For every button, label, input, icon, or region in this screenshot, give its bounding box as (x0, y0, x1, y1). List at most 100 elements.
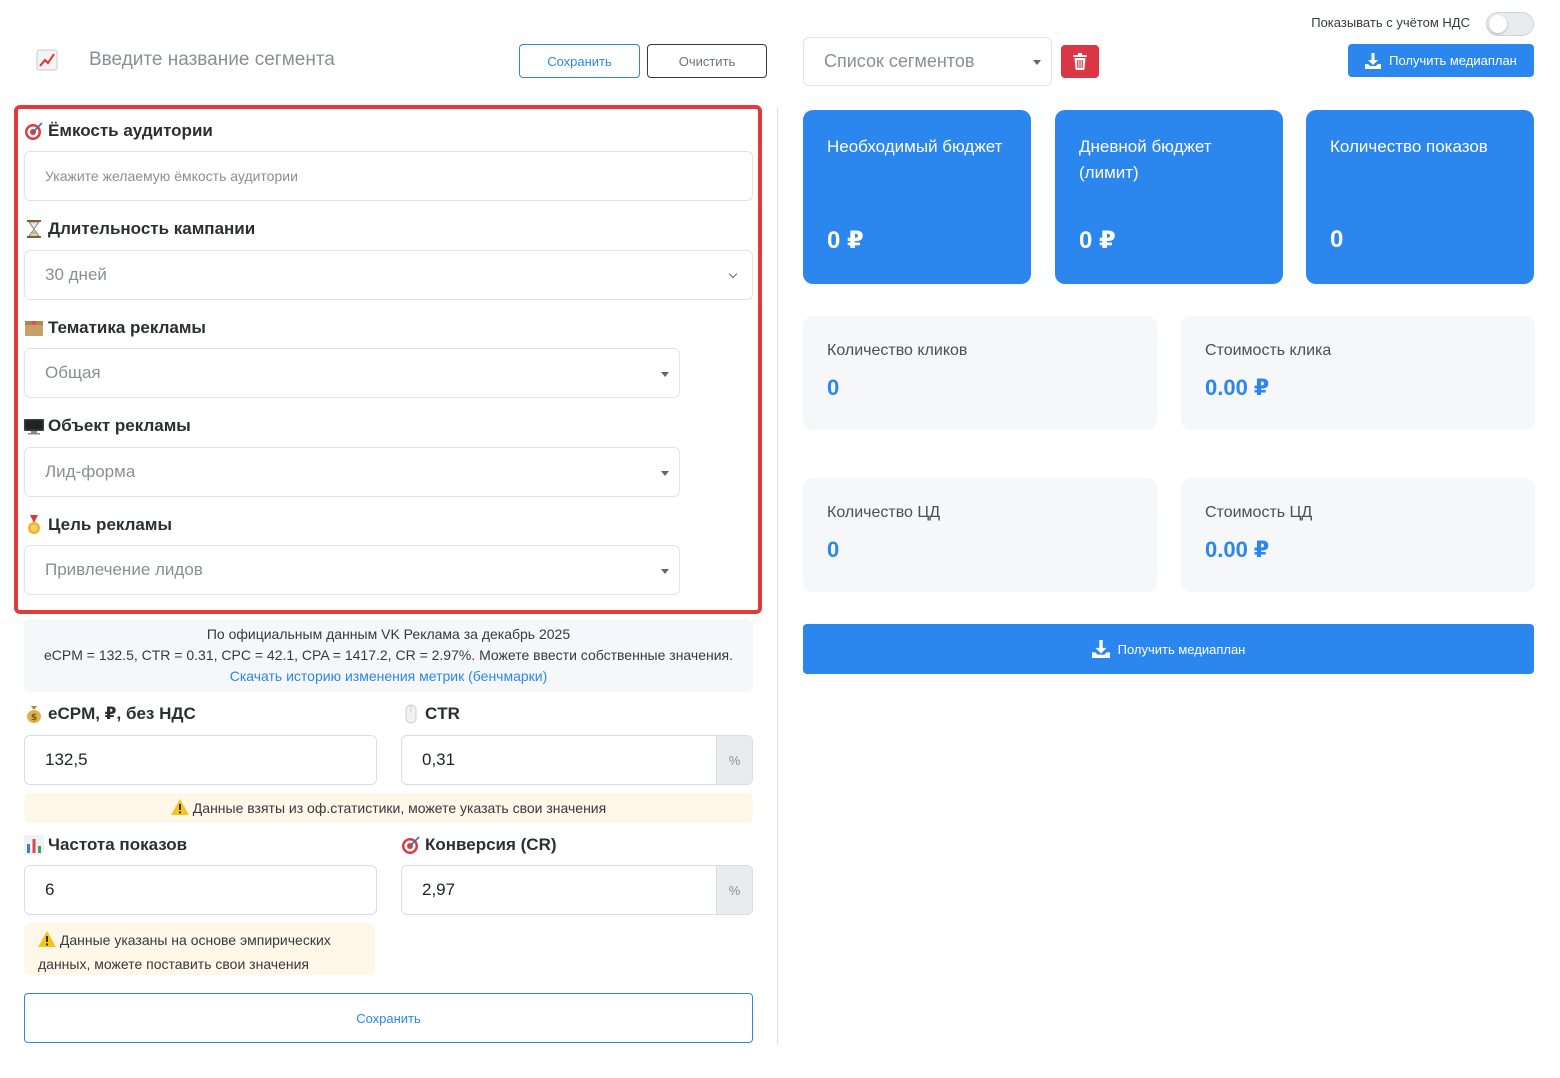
goal-select[interactable]: Привлечение лидов (24, 545, 680, 595)
trash-icon (1073, 53, 1087, 70)
caret-down-icon (661, 471, 669, 476)
click-cost-card: Стоимость клика 0.00 ₽ (1181, 316, 1535, 430)
benchmark-download-link[interactable]: Скачать историю изменения метрик (бенчма… (24, 666, 753, 687)
cr-label: Конверсия (CR) (401, 835, 557, 855)
get-mediaplan-button-top[interactable]: Получить медиаплан (1348, 44, 1534, 77)
caret-down-icon (1033, 60, 1041, 65)
daily-budget-label: Дневной бюджет (лимит) (1079, 137, 1212, 182)
conversion-cost-value: 0.00 ₽ (1205, 537, 1270, 562)
topic-select[interactable]: Общая (24, 348, 680, 398)
empirical-warning-text: Данные указаны на основе эмпирических да… (38, 932, 331, 972)
ecpm-value: 132,5 (45, 750, 88, 769)
click-cost-value: 0.00 ₽ (1205, 375, 1270, 400)
conversions-label: Количество ЦД (827, 504, 941, 521)
monitor-icon (24, 416, 44, 436)
stats-warning-box: Данные взяты из оф.статистики, можете ук… (24, 793, 753, 823)
money-bag-icon: $ (24, 704, 44, 724)
ecpm-input[interactable]: 132,5 (24, 735, 377, 785)
caret-down-icon (661, 372, 669, 377)
duration-value: 30 дней (45, 265, 107, 284)
goal-value: Привлечение лидов (45, 560, 203, 579)
benchmark-info-box: По официальным данным VK Реклама за дека… (24, 619, 753, 692)
vat-toggle[interactable] (1486, 12, 1534, 36)
ctr-value: 0,31 (422, 750, 456, 769)
budget-card: Необходимый бюджет 0 ₽ (803, 110, 1031, 284)
cr-label-text: Конверсия (CR) (425, 835, 557, 854)
clear-button[interactable]: Очистить (647, 44, 767, 78)
frequency-value: 6 (45, 880, 55, 899)
download-icon (1091, 640, 1110, 658)
ecpm-label-text: eCPM, ₽, без НДС (48, 704, 196, 723)
impressions-label: Количество показов (1330, 137, 1488, 156)
cr-value: 2,97 (422, 880, 456, 899)
audience-label-text: Ёмкость аудитории (48, 121, 213, 140)
daily-budget-value: 0 ₽ (1079, 227, 1116, 254)
get-mediaplan-label: Получить медиаплан (1389, 53, 1517, 68)
target-icon (24, 121, 44, 141)
goal-label-text: Цель рекламы (48, 515, 172, 534)
cr-percent-addon: % (717, 865, 753, 915)
chevron-down-icon (728, 269, 738, 279)
budget-value: 0 ₽ (827, 227, 864, 254)
bar-chart-icon (24, 835, 44, 855)
box-icon (24, 318, 44, 338)
ctr-label: CTR (401, 704, 460, 724)
empirical-warning-box: Данные указаны на основе эмпирических да… (24, 923, 375, 975)
toggle-knob (1489, 15, 1507, 33)
clicks-value: 0 (827, 375, 840, 400)
goal-label: Цель рекламы (24, 515, 172, 535)
object-select[interactable]: Лид-форма (24, 447, 680, 497)
ecpm-label: $ eCPM, ₽, без НДС (24, 704, 196, 724)
chart-up-icon (36, 48, 58, 72)
topic-label: Тематика рекламы (24, 318, 206, 338)
vat-toggle-label: Показывать с учётом НДС (1311, 15, 1470, 30)
topic-label-text: Тематика рекламы (48, 318, 206, 337)
caret-down-icon (661, 569, 669, 574)
mouse-icon (401, 704, 421, 724)
conversions-value: 0 (827, 537, 840, 562)
hourglass-icon (24, 219, 44, 239)
duration-label: Длительность кампании (24, 219, 255, 239)
save-form-button[interactable]: Сохранить (24, 993, 753, 1043)
frequency-label: Частота показов (24, 835, 187, 855)
segments-select-placeholder: Список сегментов (824, 51, 975, 71)
ctr-input[interactable]: 0,31 (401, 735, 717, 785)
conversion-cost-card: Стоимость ЦД 0.00 ₽ (1181, 478, 1535, 592)
budget-label: Необходимый бюджет (827, 137, 1003, 156)
target-icon (401, 835, 421, 855)
cr-input[interactable]: 2,97 (401, 865, 717, 915)
warning-icon (38, 931, 56, 953)
stats-warning-text: Данные взяты из оф.статистики, можете ук… (192, 800, 607, 816)
object-label: Объект рекламы (24, 416, 191, 436)
medal-icon (24, 515, 44, 535)
segments-select[interactable]: Список сегментов (803, 37, 1052, 86)
duration-select[interactable]: 30 дней (24, 250, 753, 300)
object-label-text: Объект рекламы (48, 416, 191, 435)
info-line-1: По официальным данным VK Реклама за дека… (206, 626, 571, 642)
get-mediaplan-button[interactable]: Получить медиаплан (803, 624, 1534, 674)
frequency-input[interactable]: 6 (24, 865, 377, 915)
audience-label: Ёмкость аудитории (24, 121, 213, 141)
frequency-label-text: Частота показов (48, 835, 188, 854)
impressions-card: Количество показов 0 (1306, 110, 1534, 284)
get-mediaplan-label: Получить медиаплан (1117, 641, 1246, 657)
ctr-percent-addon: % (717, 735, 753, 785)
svg-text:$: $ (31, 713, 37, 723)
conversions-card: Количество ЦД 0 (803, 478, 1157, 592)
column-divider (777, 107, 778, 1045)
impressions-value: 0 (1330, 226, 1344, 253)
delete-segment-button[interactable] (1061, 45, 1099, 78)
segment-name-input[interactable] (76, 40, 496, 80)
click-cost-label: Стоимость клика (1205, 342, 1332, 359)
save-segment-button[interactable]: Сохранить (519, 44, 640, 78)
conversion-cost-label: Стоимость ЦД (1205, 504, 1313, 521)
audience-input[interactable]: Укажите желаемую ёмкость аудитории (24, 151, 753, 201)
topic-value: Общая (45, 363, 101, 382)
ctr-label-text: CTR (425, 704, 460, 723)
download-icon (1365, 52, 1382, 69)
warning-icon (170, 798, 189, 818)
daily-budget-card: Дневной бюджет (лимит) 0 ₽ (1055, 110, 1283, 284)
duration-label-text: Длительность кампании (48, 219, 256, 238)
clicks-label: Количество кликов (827, 342, 968, 359)
info-line-2: eCPM = 132.5, CTR = 0.31, CPC = 42.1, CP… (43, 647, 734, 663)
